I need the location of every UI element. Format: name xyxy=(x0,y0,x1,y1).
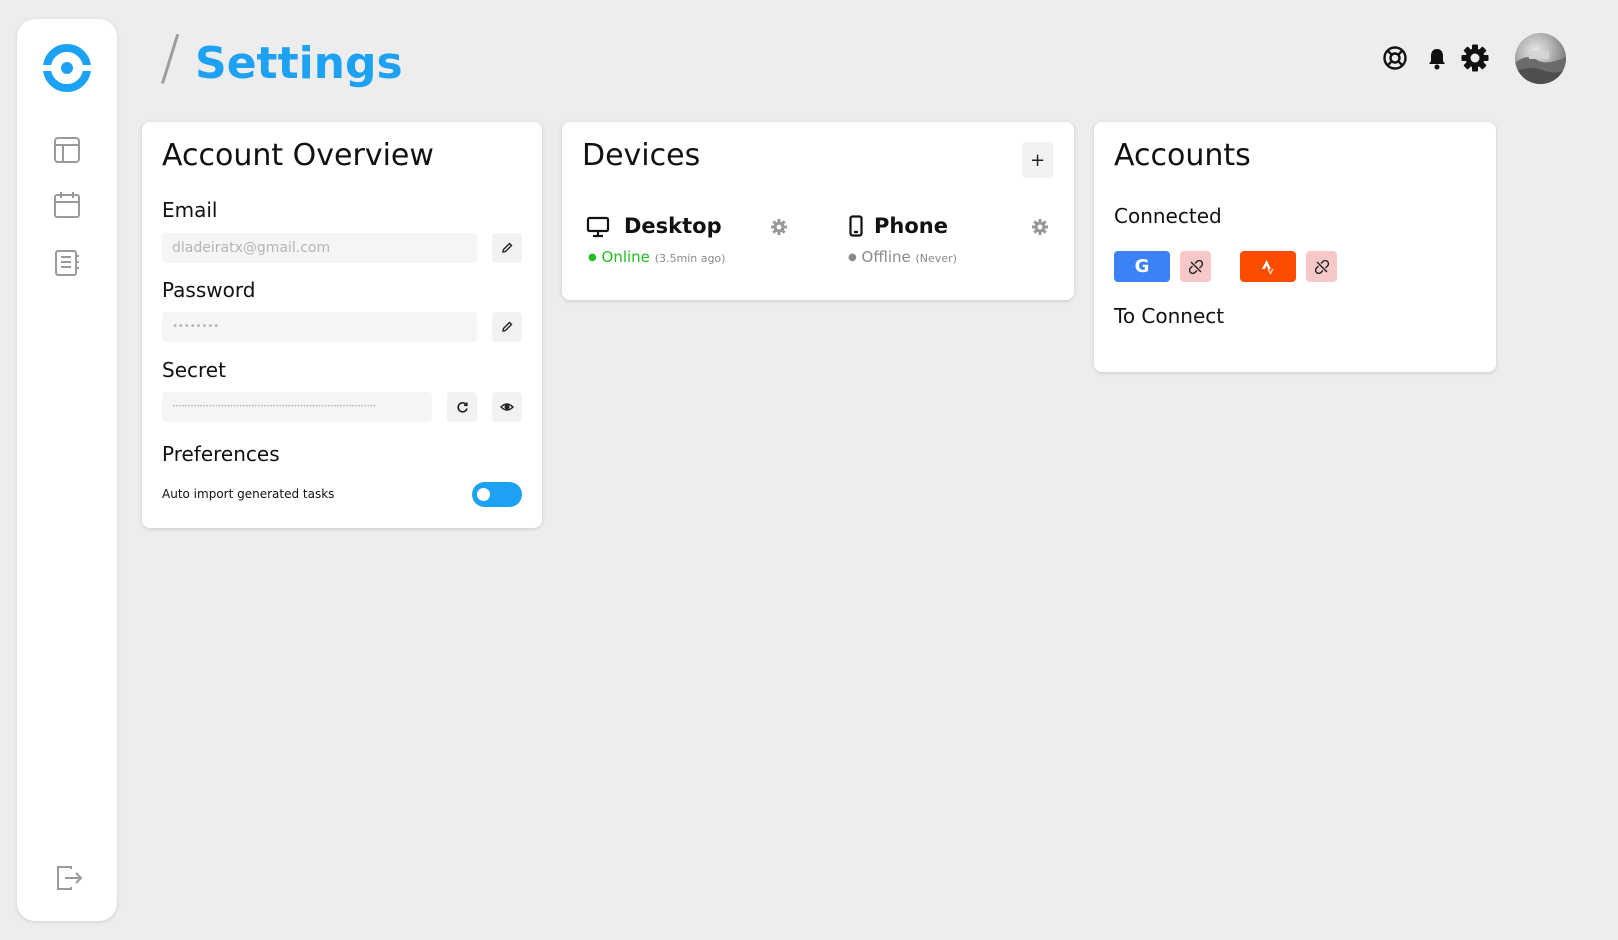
device-name: Phone xyxy=(874,214,948,238)
unlink-icon xyxy=(1314,259,1329,274)
sidebar-item-dashboard[interactable] xyxy=(51,134,83,166)
page-title: Settings xyxy=(195,38,403,89)
reveal-secret-button[interactable] xyxy=(492,392,522,422)
devices-card: Devices + Desktop ● Online (3.5min ago) … xyxy=(562,122,1074,300)
auto-import-label: Auto import generated tasks xyxy=(162,487,335,501)
eye-icon xyxy=(500,403,514,411)
unlink-strava-button[interactable] xyxy=(1306,251,1337,282)
calendar-icon xyxy=(54,192,80,218)
unlink-google-button[interactable] xyxy=(1180,251,1211,282)
edit-password-button[interactable] xyxy=(492,312,522,342)
password-field[interactable]: •••••••• xyxy=(162,312,477,342)
strava-account-button[interactable] xyxy=(1240,251,1296,282)
google-icon: G xyxy=(1134,256,1150,277)
sidebar xyxy=(17,19,117,921)
bell-icon[interactable] xyxy=(1426,47,1448,71)
secret-label: Secret xyxy=(162,358,226,382)
account-overview-card: Account Overview Email dladeiratx@gmail.… xyxy=(142,122,542,528)
avatar-image xyxy=(1515,51,1566,84)
monitor-icon xyxy=(586,216,610,238)
help-icon[interactable] xyxy=(1382,45,1408,71)
device-status: ● Online (3.5min ago) xyxy=(588,248,726,266)
notes-icon xyxy=(55,250,79,276)
layout-icon xyxy=(54,137,80,163)
password-label: Password xyxy=(162,278,256,302)
device-status-detail: (3.5min ago) xyxy=(654,252,726,265)
avatar[interactable] xyxy=(1515,33,1566,84)
card-title: Devices xyxy=(582,138,701,173)
phone-icon xyxy=(849,215,863,237)
regenerate-secret-button[interactable] xyxy=(447,392,477,422)
card-title: Account Overview xyxy=(162,138,434,173)
secret-field[interactable]: ••••••••••••••••••••••••••••••••••••••••… xyxy=(162,392,432,422)
edit-email-button[interactable] xyxy=(492,233,522,263)
device-status: ● Offline (Never) xyxy=(848,248,957,266)
title-slash: / xyxy=(160,23,181,93)
device-settings-icon[interactable] xyxy=(1031,218,1049,236)
google-account-button[interactable]: G xyxy=(1114,251,1170,282)
pencil-icon xyxy=(502,242,513,253)
logout-icon[interactable] xyxy=(54,863,84,893)
card-title: Accounts xyxy=(1114,138,1251,173)
refresh-icon xyxy=(456,401,468,413)
app-logo[interactable] xyxy=(41,42,93,94)
connected-label: Connected xyxy=(1114,204,1222,228)
device-name: Desktop xyxy=(624,214,722,238)
auto-import-toggle[interactable] xyxy=(472,482,522,507)
device-status-detail: (Never) xyxy=(915,252,957,265)
email-field[interactable]: dladeiratx@gmail.com xyxy=(162,233,477,263)
sidebar-item-calendar[interactable] xyxy=(51,189,83,221)
gear-icon[interactable] xyxy=(1460,43,1490,73)
pencil-icon xyxy=(502,321,513,332)
strava-icon xyxy=(1262,259,1274,275)
toggle-knob xyxy=(477,488,490,501)
add-device-button[interactable]: + xyxy=(1022,142,1053,178)
accounts-card: Accounts Connected G To Connect xyxy=(1094,122,1496,372)
device-status-text: Offline xyxy=(861,248,911,266)
email-label: Email xyxy=(162,198,218,222)
device-settings-icon[interactable] xyxy=(770,218,788,236)
sidebar-item-notes[interactable] xyxy=(51,247,83,279)
device-status-text: Online xyxy=(601,248,650,266)
preferences-label: Preferences xyxy=(162,442,280,466)
to-connect-label: To Connect xyxy=(1114,304,1225,328)
unlink-icon xyxy=(1188,259,1203,274)
